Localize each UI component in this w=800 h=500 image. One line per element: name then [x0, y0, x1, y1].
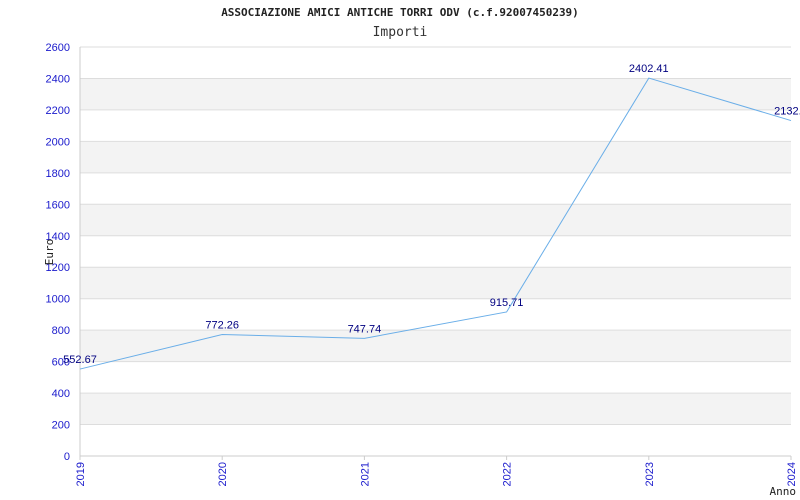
y-tick-label: 1800	[46, 168, 70, 180]
grid-band	[80, 267, 791, 299]
y-axis-label: Euro	[43, 239, 56, 266]
x-tick-label: 2019	[75, 462, 87, 486]
data-label: 2132.4	[774, 106, 800, 118]
grid-band	[80, 78, 791, 110]
y-tick-label: 0	[64, 451, 70, 463]
data-label: 552.67	[63, 354, 97, 366]
grid-bands	[80, 78, 791, 425]
x-tick-label: 2023	[644, 462, 656, 486]
grid-band	[80, 204, 791, 236]
y-tick-label: 400	[52, 388, 70, 400]
x-tick-label: 2024	[786, 462, 798, 486]
y-tick-label: 2200	[46, 105, 70, 117]
x-axis-ticks: 2019 2020 2021 2022 2023 2024	[75, 456, 798, 486]
data-label: 915.71	[490, 297, 524, 309]
y-tick-label: 200	[52, 420, 70, 432]
x-tick-label: 2020	[217, 462, 229, 486]
x-axis-label: Anno	[770, 485, 797, 498]
y-tick-label: 2600	[46, 42, 70, 54]
y-tick-label: 800	[52, 325, 70, 337]
x-tick-label: 2021	[359, 462, 371, 486]
line-chart: 0200400600800100012001400160018002000220…	[43, 42, 800, 498]
data-label: 2402.41	[629, 63, 669, 75]
x-tick-label: 2022	[502, 462, 514, 486]
data-label: 772.26	[205, 320, 239, 332]
data-label: 747.74	[348, 323, 382, 335]
grid-band	[80, 330, 791, 362]
grid-band	[80, 393, 791, 425]
grid-band	[80, 141, 791, 173]
y-tick-label: 1000	[46, 294, 70, 306]
y-tick-label: 2400	[46, 73, 70, 85]
y-tick-label: 1600	[46, 199, 70, 211]
y-tick-label: 2000	[46, 136, 70, 148]
